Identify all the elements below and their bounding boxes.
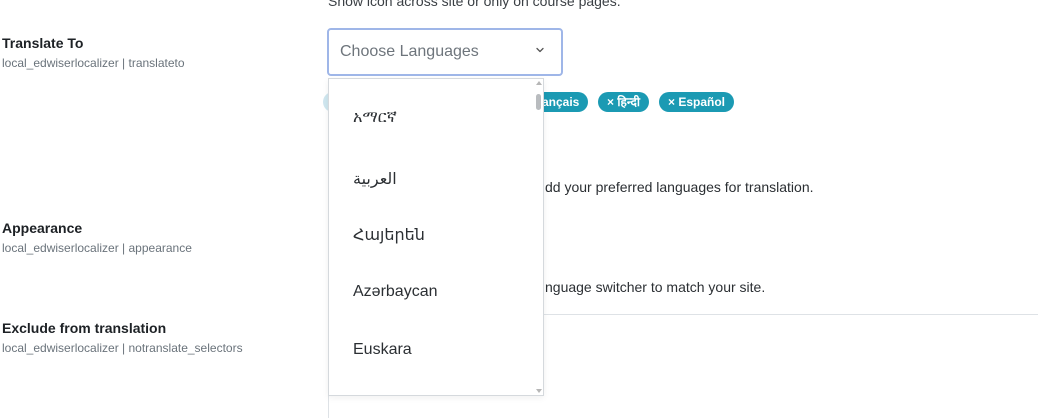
dropdown-option[interactable]: Euskara bbox=[353, 341, 412, 359]
setting-title-appearance: Appearance bbox=[2, 220, 83, 236]
setting-key-exclude-translation: local_edwiserlocalizer | notranslate_sel… bbox=[2, 341, 243, 355]
translate-to-help-text: dd your preferred languages for translat… bbox=[545, 179, 814, 195]
dropdown-option[interactable]: Հայերեն bbox=[353, 225, 425, 245]
top-description: Show icon across site or only on course … bbox=[328, 0, 621, 9]
field-border bbox=[328, 396, 329, 418]
dropdown-option[interactable]: አማርኛ bbox=[353, 109, 397, 127]
setting-key-translate-to: local_edwiserlocalizer | translateto bbox=[2, 56, 185, 70]
select-placeholder: Choose Languages bbox=[340, 43, 479, 60]
tag-hindi[interactable]: × हिन्दी bbox=[598, 92, 650, 112]
scroll-down-arrow-icon[interactable] bbox=[536, 389, 542, 393]
tag-espanol[interactable]: × Español bbox=[659, 92, 735, 112]
dropdown-scrollbar[interactable] bbox=[535, 79, 543, 395]
dropdown-option[interactable]: العربية bbox=[353, 169, 397, 189]
scroll-up-arrow-icon[interactable] bbox=[536, 81, 542, 85]
appearance-help-text: nguage switcher to match your site. bbox=[545, 279, 766, 295]
scroll-thumb[interactable] bbox=[536, 94, 541, 110]
settings-page: Show icon across site or only on course … bbox=[0, 0, 1038, 418]
setting-title-translate-to: Translate To bbox=[2, 35, 84, 51]
choose-languages-select[interactable]: Choose Languages bbox=[327, 28, 563, 76]
setting-key-appearance: local_edwiserlocalizer | appearance bbox=[2, 241, 192, 255]
section-divider bbox=[540, 314, 1038, 315]
dropdown-option[interactable]: Azərbaycan bbox=[353, 283, 438, 301]
setting-title-exclude-translation: Exclude from translation bbox=[2, 320, 167, 336]
chevron-down-icon bbox=[536, 47, 544, 53]
language-dropdown-list[interactable]: አማርኛ العربية Հայերեն Azərbaycan Euskara bbox=[328, 78, 544, 396]
